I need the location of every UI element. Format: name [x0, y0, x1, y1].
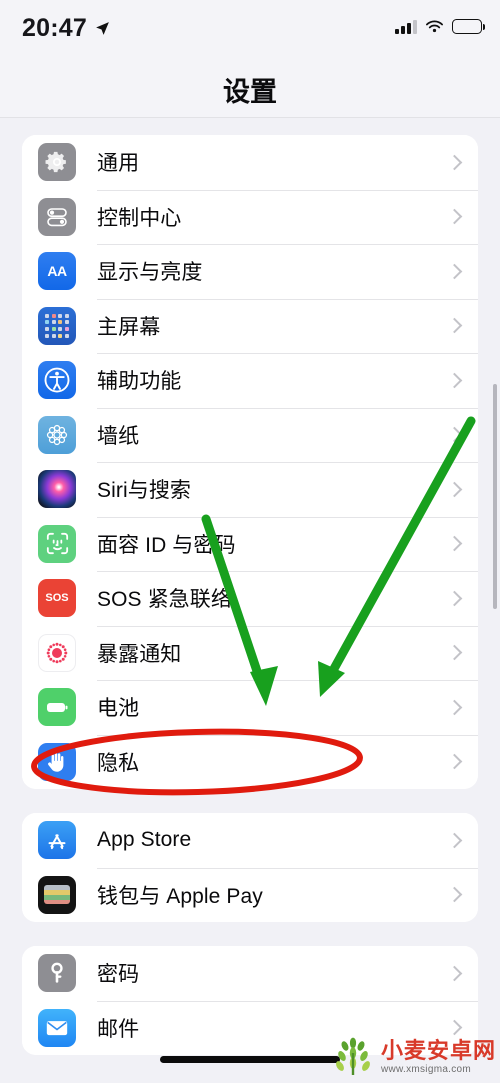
- settings-row-label: 邮件: [97, 1017, 140, 1041]
- settings-row-face-id-passcode[interactable]: 面容 ID 与密码: [22, 516, 478, 571]
- settings-row-label: 控制中心: [97, 206, 182, 230]
- location-arrow-icon: [96, 22, 109, 35]
- chevron-right-icon: [446, 699, 463, 716]
- chevron-right-icon: [446, 426, 463, 443]
- chevron-right-icon: [446, 208, 463, 225]
- home-screen-grid-icon: [38, 306, 76, 345]
- watermark-title: 小麦安卓网: [380, 1037, 496, 1063]
- wallpaper-flower-icon: [38, 415, 76, 454]
- mail-envelope-icon: [38, 1008, 76, 1047]
- chevron-right-icon: [446, 753, 463, 770]
- page-title: 设置: [223, 77, 277, 107]
- chevron-right-icon: [446, 886, 463, 903]
- settings-row-exposure-notifications[interactable]: 暴露通知: [22, 625, 478, 680]
- settings-row-label: 钱包与 Apple Pay: [97, 884, 263, 908]
- settings-row-emergency-sos[interactable]: SOS SOS 紧急联络: [22, 571, 478, 626]
- chevron-right-icon: [446, 535, 463, 552]
- chevron-right-icon: [446, 965, 463, 982]
- wheat-logo-icon: [336, 1037, 370, 1075]
- chevron-right-icon: [446, 372, 463, 389]
- settings-row-wallpaper[interactable]: 墙纸: [22, 407, 478, 462]
- settings-row-label: App Store: [97, 828, 192, 852]
- battery-icon: [38, 688, 76, 727]
- iphone-settings-screen: 20:47 设置 通用 控制中心 AA 显示与亮度 主屏幕 辅助功能 墙纸 Si…: [0, 0, 500, 1083]
- display-aa-icon: AA: [38, 252, 76, 291]
- chevron-right-icon: [446, 590, 463, 607]
- settings-row-label: 隐私: [97, 751, 140, 775]
- chevron-right-icon: [446, 263, 463, 280]
- battery-low-icon: [452, 19, 485, 34]
- app-store-icon: [38, 821, 76, 860]
- watermark: 小麦安卓网 www.xmsigma.com: [331, 1037, 496, 1077]
- watermark-url: www.xmsigma.com: [380, 1063, 472, 1075]
- wifi-icon: [426, 20, 443, 32]
- chevron-right-icon: [446, 481, 463, 498]
- settings-row-privacy[interactable]: 隐私: [22, 734, 478, 789]
- sos-icon: SOS: [38, 579, 76, 618]
- settings-row-label: Siri与搜索: [97, 479, 192, 503]
- status-bar: 20:47: [0, 0, 500, 60]
- settings-row-app-store[interactable]: App Store: [22, 813, 478, 868]
- gear-icon: [38, 143, 76, 182]
- settings-row-label: 暴露通知: [97, 642, 182, 666]
- settings-row-label: 主屏幕: [97, 315, 161, 339]
- accessibility-icon: [38, 361, 76, 400]
- status-bar-right: [395, 19, 485, 34]
- chevron-right-icon: [446, 832, 463, 849]
- scroll-indicator[interactable]: [493, 384, 497, 609]
- navigation-bar: 设置: [0, 60, 500, 118]
- chevron-right-icon: [446, 317, 463, 334]
- settings-row-siri-search[interactable]: Siri与搜索: [22, 462, 478, 517]
- settings-list[interactable]: 通用 控制中心 AA 显示与亮度 主屏幕 辅助功能 墙纸 Siri与搜索 面容 …: [0, 119, 500, 1083]
- home-indicator: [160, 1056, 340, 1063]
- toggles-icon: [38, 197, 76, 236]
- wallet-icon: [38, 875, 76, 914]
- settings-row-control-center[interactable]: 控制中心: [22, 189, 478, 244]
- settings-row-home-screen[interactable]: 主屏幕: [22, 298, 478, 353]
- settings-row-label: 面容 ID 与密码: [97, 533, 236, 557]
- settings-row-accessibility[interactable]: 辅助功能: [22, 353, 478, 408]
- settings-row-passwords[interactable]: 密码: [22, 946, 478, 1001]
- exposure-notification-icon: [38, 633, 76, 672]
- settings-group: App Store 钱包与 Apple Pay: [22, 813, 478, 922]
- settings-row-label: SOS 紧急联络: [97, 588, 232, 612]
- status-clock: 20:47: [22, 14, 87, 42]
- settings-row-label: 墙纸: [97, 424, 140, 448]
- settings-row-label: 辅助功能: [97, 370, 182, 394]
- key-icon: [38, 954, 76, 993]
- status-bar-left: 20:47: [22, 14, 111, 43]
- settings-group: 通用 控制中心 AA 显示与亮度 主屏幕 辅助功能 墙纸 Siri与搜索 面容 …: [22, 135, 478, 789]
- face-id-icon: [38, 524, 76, 563]
- chevron-right-icon: [446, 644, 463, 661]
- privacy-hand-icon: [38, 742, 76, 781]
- settings-row-label: 密码: [97, 963, 140, 987]
- settings-row-label: 显示与亮度: [97, 261, 203, 285]
- chevron-right-icon: [446, 154, 463, 171]
- chevron-right-icon: [446, 1019, 463, 1036]
- settings-row-label: 通用: [97, 152, 140, 176]
- cellular-signal-icon: [395, 19, 417, 34]
- settings-row-display-brightness[interactable]: AA 显示与亮度: [22, 244, 478, 299]
- settings-row-label: 电池: [97, 697, 140, 721]
- watermark-text: 小麦安卓网 www.xmsigma.com: [380, 1037, 496, 1075]
- settings-row-battery[interactable]: 电池: [22, 680, 478, 735]
- siri-orb-icon: [38, 470, 76, 509]
- settings-row-wallet-apple-pay[interactable]: 钱包与 Apple Pay: [22, 867, 478, 922]
- settings-row-general[interactable]: 通用: [22, 135, 478, 190]
